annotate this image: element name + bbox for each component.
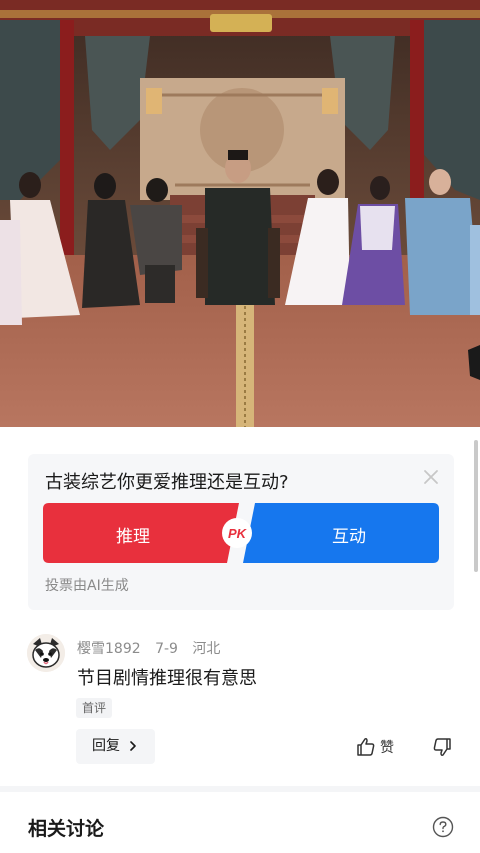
poll-note: 投票由AI生成 (45, 578, 129, 594)
dog-avatar-icon (27, 634, 65, 672)
comment-text: 节目剧情推理很有意思 (77, 668, 257, 689)
video-player[interactable] (0, 0, 480, 427)
poll-question: 古装综艺你更爱推理还是互动? (45, 472, 289, 493)
chevron-right-icon (130, 741, 136, 751)
pk-badge: PK (222, 518, 252, 548)
comment-date: 7-9 (155, 641, 178, 657)
page: 古装综艺你更爱推理还是互动? 推理 互动 PK 投票由AI生成 樱雪1892 7… (0, 0, 480, 853)
comment-location: 河北 (192, 641, 221, 657)
thumbs-down-icon[interactable] (430, 736, 452, 758)
thumbs-up-icon (357, 738, 375, 756)
reply-label: 回复 (92, 738, 120, 754)
vote-option-left-button[interactable]: 推理 (43, 503, 239, 563)
first-comment-badge: 首评 (76, 698, 113, 718)
pk-vote-row: 推理 互动 PK (43, 503, 439, 563)
comment-meta: 樱雪1892 7-9 河北 (77, 638, 230, 658)
related-discussion-title: 相关讨论 (28, 818, 105, 840)
section-divider (0, 786, 480, 792)
close-icon[interactable] (422, 468, 440, 486)
like-label: 赞 (380, 740, 394, 756)
vote-option-left-label: 推理 (116, 527, 150, 547)
vote-option-right-button[interactable]: 互动 (243, 503, 439, 563)
scrollbar[interactable] (474, 440, 478, 572)
avatar[interactable] (27, 634, 65, 672)
vote-option-right-label: 互动 (332, 527, 366, 547)
poll-card: 古装综艺你更爱推理还是互动? 推理 互动 PK 投票由AI生成 (28, 454, 454, 610)
help-icon[interactable] (432, 816, 454, 838)
pk-badge-text: PK (228, 526, 248, 541)
like-button[interactable]: 赞 (356, 736, 394, 758)
comment-username[interactable]: 樱雪1892 (77, 641, 141, 657)
reply-button[interactable]: 回复 (76, 729, 155, 764)
video-frame (0, 0, 480, 427)
